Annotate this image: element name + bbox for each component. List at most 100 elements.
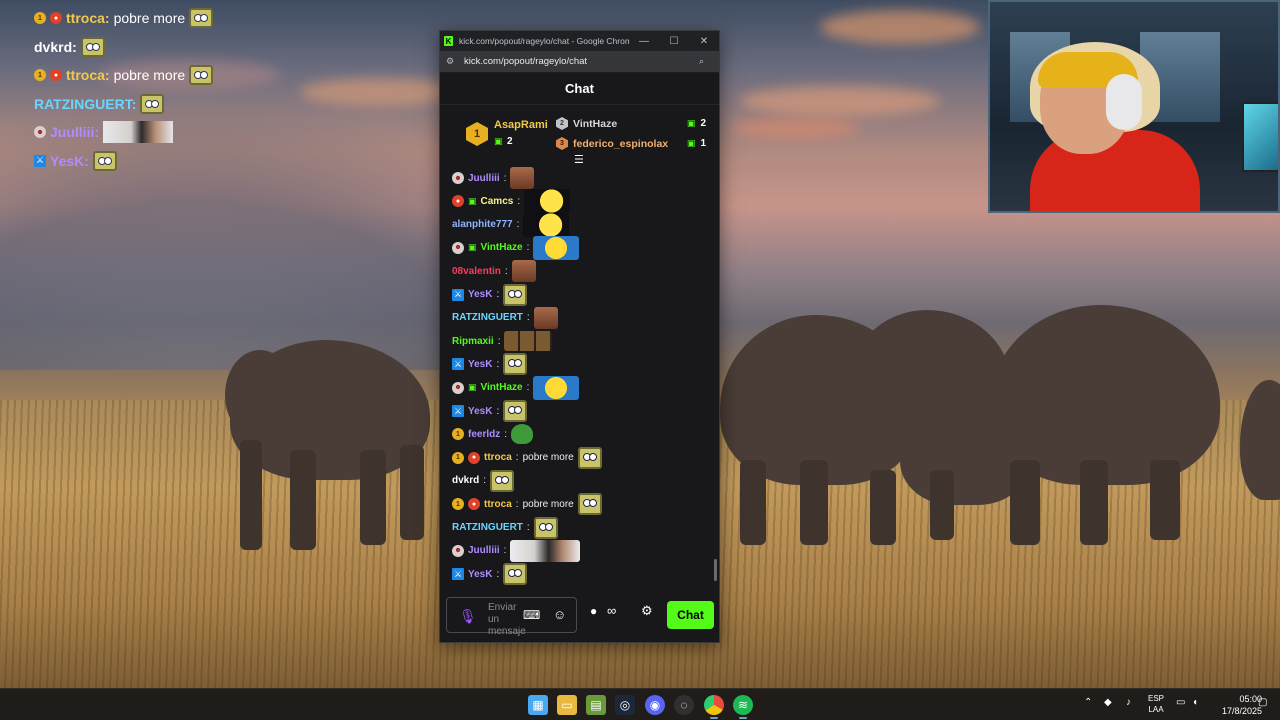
chat-username[interactable]: VintHaze (481, 382, 523, 393)
app-icon[interactable]: ▤ (586, 695, 606, 715)
chat-username[interactable]: dvkrd (452, 475, 479, 486)
clock[interactable]: 05:00 17/8/2025 (1222, 693, 1262, 717)
sponge-emote-icon[interactable] (533, 516, 558, 539)
face-emote-icon[interactable] (510, 167, 535, 189)
chat-username[interactable]: YesK (468, 359, 492, 370)
chat-username[interactable]: Juulliii (468, 173, 500, 184)
microphone-tray-icon[interactable]: ♪ (1126, 697, 1131, 708)
sponge-emote-icon[interactable] (577, 446, 602, 469)
chat-username[interactable]: Ripmaxii (452, 336, 494, 347)
leaderboard-second[interactable]: 2 VintHaze ▣ 2 (556, 117, 706, 130)
close-button[interactable]: ✕ (689, 36, 719, 47)
spotify-icon[interactable]: ≋ (733, 695, 753, 715)
top-gifter-badge-icon: 1 (34, 69, 46, 82)
chick-emote-icon[interactable] (524, 189, 571, 214)
chat-username[interactable]: VintHaze (481, 242, 523, 253)
sponge-emote-icon[interactable] (503, 563, 528, 586)
chick-emote-icon[interactable] (523, 212, 570, 237)
security-icon[interactable]: ◆ (1104, 697, 1112, 708)
infinity-icon[interactable]: ∞ (607, 603, 616, 618)
pepe-emote-icon[interactable] (511, 424, 534, 445)
zoom-icon[interactable]: ⌕ (699, 56, 713, 67)
chat-username[interactable]: alanphite777 (452, 219, 513, 230)
chat-username[interactable]: YesK (468, 289, 492, 300)
url-text[interactable]: kick.com/popout/rageylo/chat (464, 56, 699, 67)
chat-message[interactable]: ☻ ▣ VintHaze: (452, 235, 580, 260)
microphone-icon[interactable]: 🎙 (459, 608, 477, 625)
minion-emote-icon[interactable] (533, 235, 580, 260)
chat-message[interactable]: 1 ● ttroca: pobre more (452, 493, 602, 516)
language-indicator[interactable]: ESP LAA (1148, 693, 1164, 715)
chat-message[interactable]: RATZINGUERT: (452, 306, 558, 329)
volume-icon[interactable]: ◖ (1192, 697, 1198, 708)
chat-message[interactable]: 1 ● ttroca: pobre more (452, 446, 602, 469)
chat-username[interactable]: RATZINGUERT (452, 312, 523, 323)
network-icon[interactable]: ▭ (1176, 697, 1185, 708)
sponge-emote-icon[interactable] (503, 400, 528, 422)
window-titlebar[interactable]: K kick.com/popout/rageylo/chat - Google … (440, 31, 719, 51)
send-chat-button[interactable]: Chat (667, 601, 714, 629)
keyboard-icon[interactable]: ⌨ (523, 608, 540, 622)
sponge-emote-icon (189, 65, 214, 86)
wide-face-emote-icon[interactable] (510, 539, 581, 562)
chat-message[interactable]: 1 feerldz: (452, 423, 534, 445)
obs-icon[interactable]: ◌ (674, 695, 694, 715)
chat-username[interactable]: Juulliii (468, 545, 500, 556)
chat-message-text: pobre more (522, 452, 574, 464)
file-explorer-icon[interactable]: ▭ (557, 695, 577, 715)
windows-start-icon[interactable]: ▦ (528, 695, 548, 715)
show-hidden-icons-icon[interactable]: ⌃ (1084, 697, 1092, 708)
chat-messages[interactable]: ☻ Juulliii: ● ▣ Camcs: alanphite777: ☻ ▣ VintHaz… (440, 167, 719, 587)
chat-message[interactable]: alanphite777: (452, 212, 570, 237)
sponge-emote-icon[interactable] (577, 493, 602, 516)
chrome-icon[interactable] (704, 695, 724, 715)
chat-scrollbar[interactable] (714, 559, 717, 581)
maximize-button[interactable]: ☐ (659, 36, 689, 47)
sponge-emote-icon[interactable] (503, 353, 528, 376)
chat-username[interactable]: feerldz (468, 429, 500, 440)
chat-message[interactable]: ⚔ YesK: (452, 400, 528, 422)
kick-logo-icon: K (444, 36, 453, 46)
chat-username[interactable]: ttroca (484, 452, 512, 463)
chat-message[interactable]: RATZINGUERT: (452, 516, 558, 539)
chat-message[interactable]: ⚔ YesK: (452, 283, 528, 306)
chat-message[interactable]: dvkrd: (452, 469, 515, 492)
sponge-emote-icon[interactable] (503, 283, 528, 306)
leaderboard-first[interactable]: 1 AsapRami ▣ 2 (466, 119, 548, 149)
chat-separator: : (515, 498, 519, 510)
overlay-chat-text: pobre more (113, 10, 186, 27)
sponge-emote-icon (140, 93, 165, 114)
chat-message[interactable]: ☻ Juulliii: (452, 539, 581, 562)
chat-message[interactable]: ● ▣ Camcs: (452, 189, 571, 214)
chat-username[interactable]: Camcs (481, 196, 514, 207)
steam-icon[interactable]: ◎ (615, 695, 635, 715)
expand-leaderboard-icon[interactable]: ☰ (574, 153, 584, 166)
chat-username[interactable]: ttroca (484, 499, 512, 510)
site-settings-icon[interactable]: ⚙ (446, 56, 460, 67)
discord-icon[interactable]: ◉ (645, 695, 665, 715)
chat-username[interactable]: YesK (468, 569, 492, 580)
chat-message[interactable]: 08valentin: (452, 260, 536, 283)
moderator-badge-icon: ⚔ (452, 405, 464, 417)
chat-username[interactable]: RATZINGUERT (452, 522, 523, 533)
chat-username[interactable]: 08valentin (452, 266, 501, 277)
channel-points-icon[interactable]: ● (590, 604, 597, 618)
chat-username[interactable]: YesK (468, 406, 492, 417)
cats-emote-icon[interactable] (504, 331, 553, 352)
minimize-button[interactable]: — (629, 36, 659, 47)
sponge-emote-icon[interactable] (490, 469, 515, 492)
chat-message[interactable]: ☻ ▣ VintHaze: (452, 375, 580, 400)
minion-emote-icon[interactable] (533, 375, 580, 400)
chat-settings-icon[interactable]: ⚙ (641, 603, 653, 619)
face-emote-icon[interactable] (511, 260, 536, 283)
leaderboard-third[interactable]: 3 federico_espinolax ▣ 1 (556, 137, 706, 150)
chat-message[interactable]: Ripmaxii: (452, 330, 553, 352)
notifications-icon[interactable]: ▢ (1258, 697, 1267, 708)
emoji-icon[interactable]: ☺ (553, 607, 566, 622)
chat-message[interactable]: ⚔ YesK: (452, 563, 528, 586)
chat-message[interactable]: ☻ Juulliii: (452, 167, 535, 189)
face-emote-icon[interactable] (533, 306, 558, 329)
chat-message[interactable]: ⚔ YesK: (452, 353, 528, 376)
chat-input[interactable]: 🎙 Enviar un mensaje ⌨ ☺ (446, 597, 577, 637)
address-bar[interactable]: ⚙ kick.com/popout/rageylo/chat ⌕ (440, 51, 719, 73)
